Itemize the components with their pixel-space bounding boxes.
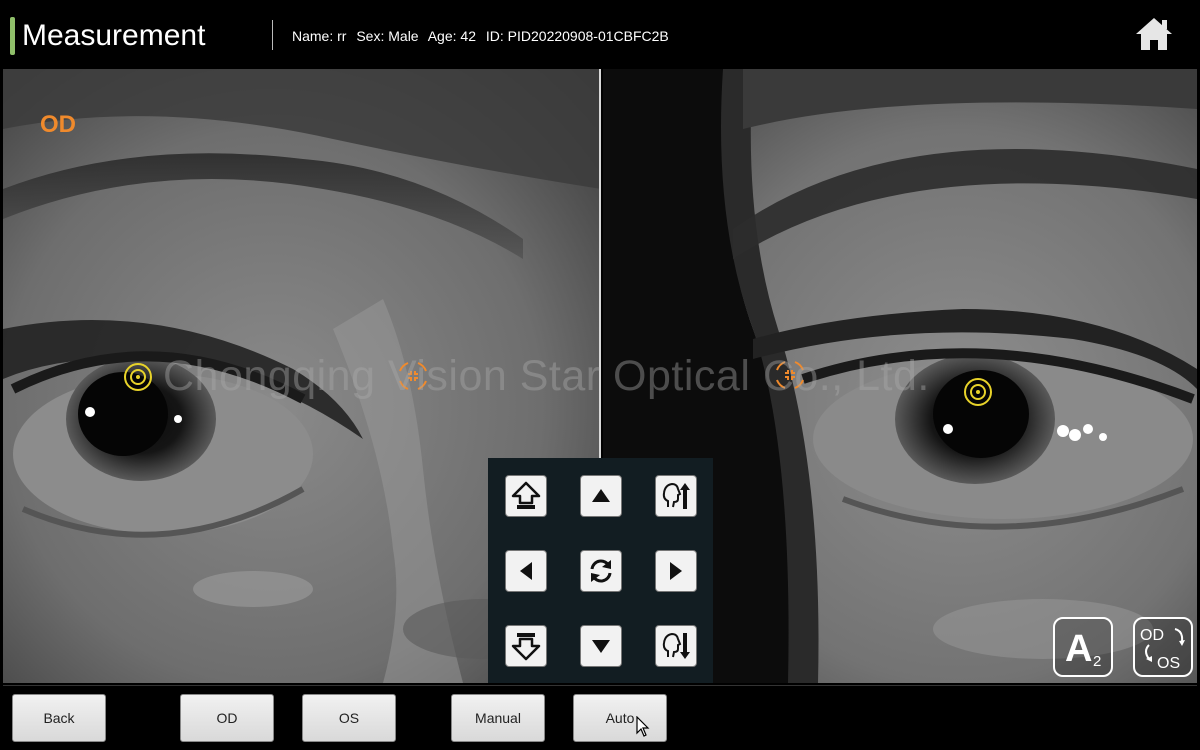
patient-name: Name: rr (292, 28, 347, 44)
back-button[interactable]: Back (12, 694, 106, 742)
os-button[interactable]: OS (302, 694, 396, 742)
svg-text:OD: OD (1140, 627, 1164, 644)
title-accent-bar (10, 17, 15, 55)
patient-sex: Sex: Male (356, 28, 419, 44)
arrow-up-outline-icon (511, 481, 541, 509)
od-button[interactable]: OD (180, 694, 274, 742)
move-left-button[interactable] (505, 550, 547, 592)
patient-age: Age: 42 (427, 28, 476, 44)
move-up-button[interactable] (580, 475, 622, 517)
switch-eye-button[interactable]: OD OS (1133, 617, 1193, 677)
patient-id: ID: PID20220908-01CBFC2B (485, 28, 669, 44)
eye-label-od: OD (40, 111, 76, 138)
move-forward-button[interactable] (505, 475, 547, 517)
chinrest-up-icon (662, 482, 690, 509)
alignment-control-panel (488, 458, 713, 683)
move-backward-button[interactable] (505, 625, 547, 667)
page-title: Measurement (22, 19, 206, 52)
measurement-screen: Measurement Name: rr Sex: Male Age: 42 I… (0, 0, 1200, 750)
switch-eye-icon: OD OS (1140, 627, 1185, 672)
triangle-down-icon (592, 640, 610, 653)
mouse-cursor-icon (636, 716, 650, 737)
triangle-right-icon (670, 562, 682, 580)
auto-a2-icon: A 2 (1065, 628, 1101, 670)
svg-text:OS: OS (1157, 655, 1180, 672)
chinrest-up-button[interactable] (655, 475, 697, 517)
refresh-icon (590, 559, 612, 583)
reset-button[interactable] (580, 550, 622, 592)
chinrest-down-button[interactable] (655, 625, 697, 667)
triangle-up-icon (592, 489, 610, 502)
header-divider (272, 20, 273, 50)
svg-text:2: 2 (1093, 653, 1101, 670)
chinrest-down-icon (662, 632, 690, 659)
header-bar: Measurement Name: rr Sex: Male Age: 42 I… (0, 0, 1200, 68)
home-button[interactable] (1133, 14, 1175, 54)
move-right-button[interactable] (655, 550, 697, 592)
patient-info: Name: rr Sex: Male Age: 42 ID: PID202209… (292, 27, 675, 45)
bottom-toolbar: Back OD OS Manual Auto (3, 685, 1197, 747)
move-down-button[interactable] (580, 625, 622, 667)
home-icon (1136, 18, 1172, 50)
arrow-down-outline-icon (511, 633, 541, 661)
auto-a2-button[interactable]: A 2 (1053, 617, 1113, 677)
svg-text:A: A (1065, 628, 1092, 670)
manual-button[interactable]: Manual (451, 694, 545, 742)
triangle-left-icon (520, 562, 532, 580)
auto-button[interactable]: Auto (573, 694, 667, 742)
